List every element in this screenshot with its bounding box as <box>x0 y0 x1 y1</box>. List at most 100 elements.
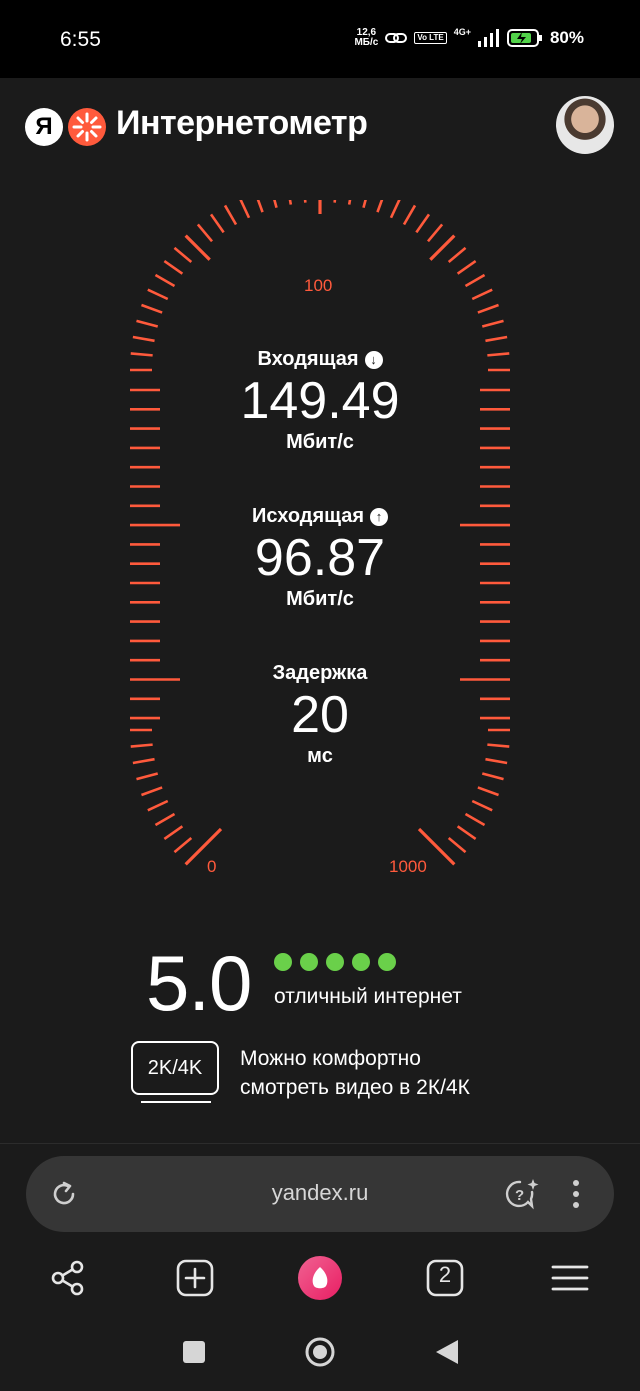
tabs-button[interactable]: 2 <box>415 1248 475 1308</box>
share-button[interactable] <box>38 1248 98 1308</box>
gauge-tick <box>447 836 467 854</box>
gauge-tick <box>481 772 504 781</box>
tv-stand-line <box>141 1101 211 1103</box>
alice-button[interactable] <box>290 1248 350 1308</box>
ping-value: 20 <box>291 686 349 744</box>
link-icon <box>385 33 408 43</box>
tabs-count: 2 <box>438 1262 452 1287</box>
gauge-tick <box>456 825 477 841</box>
menu-button[interactable] <box>540 1248 600 1308</box>
gauge-tick <box>273 200 278 209</box>
download-metric: Входящая ↓ 149.49 Мбит/с <box>0 348 640 454</box>
download-unit: Мбит/с <box>286 431 354 453</box>
battery-icon <box>506 29 542 47</box>
gauge-tick <box>464 812 486 827</box>
status-time: 6:55 <box>60 28 101 51</box>
gauge-tick <box>184 234 211 261</box>
gauge-tick <box>456 259 477 275</box>
plus-square-icon <box>176 1259 214 1297</box>
network-type: 4G+ <box>453 27 471 37</box>
gauge-tick <box>154 273 176 288</box>
gauge-tick <box>429 234 456 261</box>
hamburger-icon <box>551 1265 589 1291</box>
gauge-tick <box>223 204 238 226</box>
yandex-logo[interactable]: Я <box>25 108 63 146</box>
gauge-tick <box>485 335 508 343</box>
gauge-tick <box>239 200 251 219</box>
more-vert-icon[interactable] <box>566 1178 586 1212</box>
gauge-tick <box>288 200 293 205</box>
gauge-tick <box>154 812 176 827</box>
gauge-tick <box>163 825 184 841</box>
gauge-tick <box>141 303 163 314</box>
new-tab-button[interactable] <box>165 1248 225 1308</box>
gauge-tick <box>477 786 499 797</box>
rating-dot <box>274 953 292 971</box>
gauge-label-1000: 1000 <box>389 857 427 876</box>
video-quality-badge: 2K/4K <box>131 1041 219 1095</box>
home-icon[interactable] <box>304 1336 336 1368</box>
gauge-tick <box>447 246 467 264</box>
network-speed: 12,6 МБ/с <box>354 27 379 48</box>
gauge-tick <box>209 213 225 234</box>
internetometer-logo-icon <box>68 108 106 146</box>
share-icon <box>51 1260 84 1296</box>
gauge-tick <box>173 836 193 854</box>
status-icons: 12,6 МБ/с Vo LTE 4G+ 80% <box>354 27 584 48</box>
arrow-up-icon: ↑ <box>370 507 389 526</box>
system-nav-bar <box>0 1320 640 1391</box>
rating-dot <box>326 953 344 971</box>
gauge-tick <box>303 200 307 203</box>
rating-score: 5.0 <box>146 939 252 1027</box>
gauge-tick <box>163 259 184 275</box>
signal-icon <box>477 29 499 47</box>
gauge-tick <box>376 200 384 213</box>
avatar[interactable] <box>556 96 614 154</box>
browser-bottom-nav: 2 <box>0 1248 640 1308</box>
gauge-label-0: 0 <box>207 857 217 876</box>
upload-value: 96.87 <box>254 529 386 587</box>
gauge-tick <box>196 223 214 243</box>
ai-help-icon[interactable]: ? <box>502 1176 542 1212</box>
gauge-tick <box>477 303 499 314</box>
gauge-tick <box>136 772 159 781</box>
gauge-tick <box>481 319 504 328</box>
gauge-tick <box>173 246 193 264</box>
volte-icon: Vo LTE <box>414 32 447 44</box>
divider <box>0 1143 640 1144</box>
ping-metric: Задержка 20 мс <box>0 662 640 768</box>
svg-text:?: ? <box>515 1187 524 1204</box>
gauge-tick <box>402 204 417 226</box>
gauge-tick <box>147 799 169 812</box>
gauge-tick <box>347 200 352 205</box>
back-icon[interactable] <box>434 1338 460 1366</box>
rating-dots <box>274 953 396 971</box>
gauge-tick <box>389 200 401 219</box>
gauge-tick <box>141 786 163 797</box>
rating-dot <box>378 953 396 971</box>
recents-icon[interactable] <box>182 1340 206 1364</box>
gauge-tick <box>333 200 337 203</box>
gauge-tick <box>147 288 169 301</box>
download-title: Входящая <box>257 348 359 370</box>
gauge-tick <box>471 288 493 301</box>
ping-title: Задержка <box>272 662 368 684</box>
gauge-tick <box>471 799 493 812</box>
page-title: Интернетометр <box>116 104 368 142</box>
upload-title: Исходящая <box>251 505 365 527</box>
rating-text: отличный интернет <box>274 985 462 1008</box>
battery-percent: 80% <box>549 28 584 47</box>
gauge-tick <box>132 335 155 343</box>
gauge-label-100: 100 <box>304 276 333 295</box>
ping-unit: мс <box>307 745 333 767</box>
gauge-tick <box>136 319 159 328</box>
gauge-tick <box>362 200 367 209</box>
upload-unit: Мбит/с <box>286 588 354 610</box>
quality-description: Можно комфортно смотреть видео в 2К/4К <box>240 1047 470 1099</box>
address-bar[interactable]: yandex.ru ? <box>26 1156 614 1232</box>
upload-metric: Исходящая ↑ 96.87 Мбит/с <box>0 505 640 611</box>
alice-icon <box>298 1256 342 1300</box>
status-bar: 6:55 12,6 МБ/с Vo LTE 4G+ 80% <box>0 0 640 78</box>
gauge-tick <box>256 200 264 213</box>
gauge-tick <box>415 213 431 234</box>
